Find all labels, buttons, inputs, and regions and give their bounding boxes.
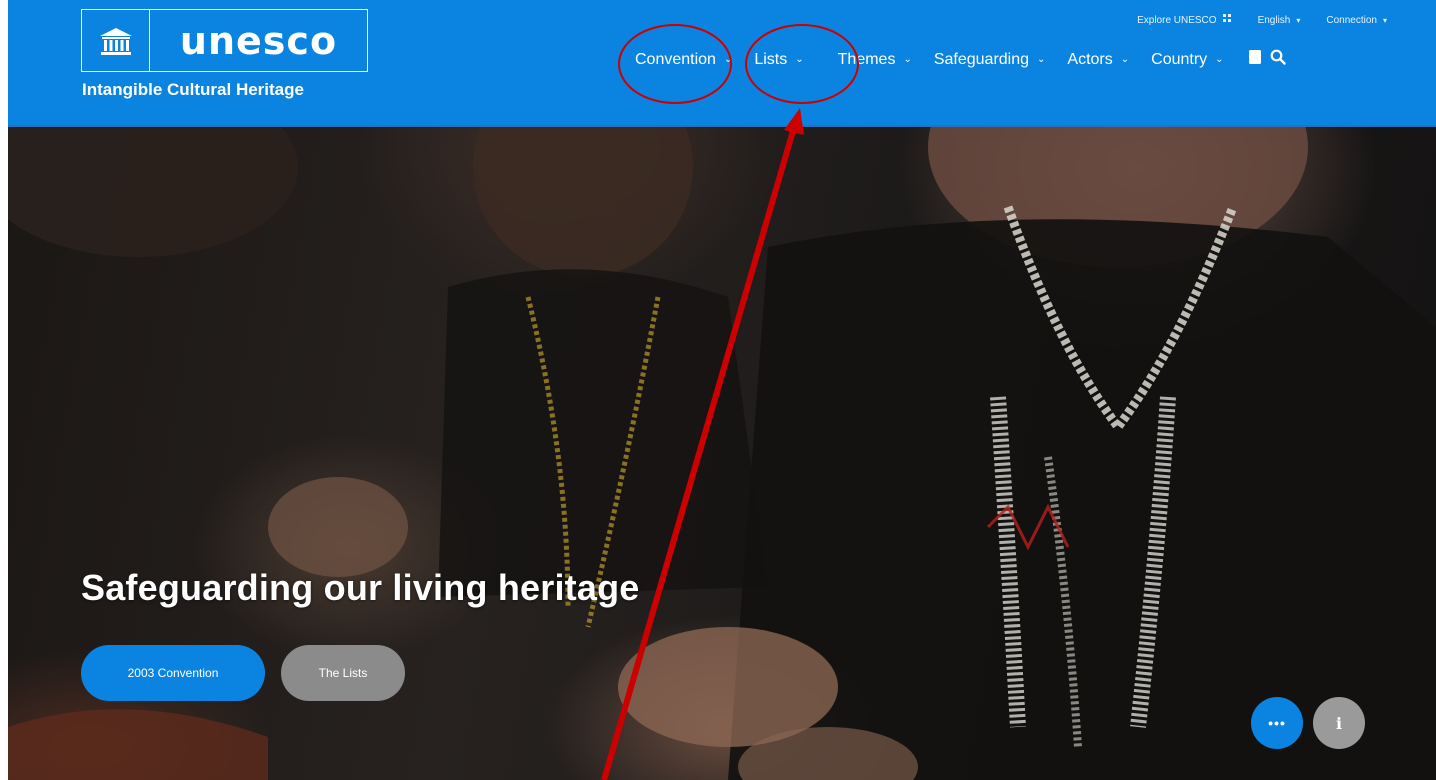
search-icon[interactable] — [1270, 49, 1286, 70]
info-button[interactable]: i — [1313, 697, 1365, 749]
nav-item-country[interactable]: Country ⌄ — [1151, 51, 1223, 69]
connection-label: Connection — [1326, 14, 1377, 26]
nav-icon-group — [1248, 49, 1286, 70]
chevron-down-icon: ⌄ — [723, 54, 733, 65]
nav-item-convention[interactable]: Convention ⌄ — [635, 51, 732, 69]
hero-banner: Safeguarding our living heritage 2003 Co… — [8, 127, 1436, 780]
connection-menu[interactable]: Connection ▾ — [1326, 14, 1387, 26]
main-nav: Convention ⌄ Lists ⌄ Themes ⌄ Safeguardi… — [635, 49, 1286, 70]
unesco-logo[interactable]: unesco — [81, 9, 368, 72]
language-label: English — [1257, 14, 1291, 26]
chevron-down-icon: ▾ — [1296, 15, 1301, 25]
nav-label-country: Country — [1151, 50, 1208, 68]
chevron-down-icon: ⌄ — [1037, 54, 1046, 65]
nav-item-safeguarding[interactable]: Safeguarding ⌄ — [934, 51, 1046, 69]
convention-2003-button[interactable]: 2003 Convention — [81, 645, 265, 701]
more-options-button[interactable]: ••• — [1251, 697, 1303, 749]
nav-label-lists: Lists — [754, 50, 788, 68]
chevron-down-icon: ▾ — [1382, 15, 1387, 25]
chevron-down-icon: ⌄ — [1215, 54, 1224, 65]
chevron-down-icon: ⌄ — [795, 54, 804, 65]
bookmark-icon[interactable] — [1248, 49, 1262, 70]
utility-bar: Explore UNESCO English ▾ Connection ▾ — [1137, 14, 1387, 26]
chevron-down-icon: ⌄ — [903, 54, 912, 65]
nav-label-convention: Convention — [635, 50, 716, 68]
language-select[interactable]: English ▾ — [1258, 14, 1301, 26]
nav-label-actors: Actors — [1067, 50, 1113, 68]
nav-label-safeguarding: Safeguarding — [933, 50, 1030, 68]
logo-wordmark: unesco — [179, 18, 338, 63]
nav-item-actors[interactable]: Actors ⌄ — [1067, 51, 1129, 69]
site-header: unesco Intangible Cultural Heritage Expl… — [8, 0, 1436, 127]
hero-title: Safeguarding our living heritage — [81, 567, 640, 608]
explore-unesco-link[interactable]: Explore UNESCO — [1137, 14, 1231, 26]
temple-icon — [82, 10, 150, 71]
chevron-down-icon: ⌄ — [1120, 54, 1130, 65]
nav-item-lists[interactable]: Lists ⌄ — [754, 51, 803, 69]
site-tagline: Intangible Cultural Heritage — [82, 80, 304, 99]
the-lists-button[interactable]: The Lists — [281, 645, 405, 701]
nav-label-themes: Themes — [837, 50, 896, 68]
explore-unesco-label: Explore UNESCO — [1137, 14, 1217, 26]
nav-item-themes[interactable]: Themes ⌄ — [838, 51, 912, 69]
grid-icon — [1222, 14, 1232, 26]
